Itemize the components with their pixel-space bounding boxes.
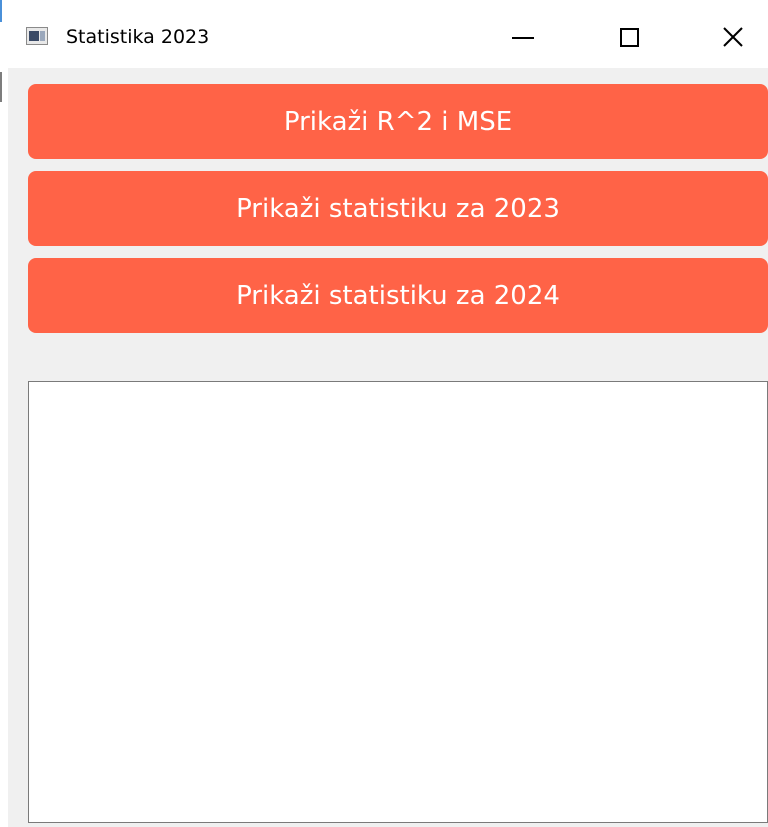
output-text-area[interactable] — [28, 381, 768, 823]
close-button[interactable] — [708, 14, 758, 60]
show-r2-mse-button[interactable]: Prikaži R^2 i MSE — [28, 84, 768, 159]
show-stats-2023-button[interactable]: Prikaži statistiku za 2023 — [28, 171, 768, 246]
background-window-edge-lower — [0, 72, 2, 102]
minimize-button[interactable] — [498, 14, 548, 60]
window-app-icon — [26, 27, 48, 45]
background-window-edge — [0, 0, 2, 22]
close-icon — [722, 26, 744, 48]
show-stats-2024-button[interactable]: Prikaži statistiku za 2024 — [28, 258, 768, 333]
maximize-icon — [619, 27, 639, 47]
window-title: Statistika 2023 — [66, 26, 210, 48]
maximize-button[interactable] — [604, 14, 654, 60]
title-bar[interactable]: Statistika 2023 — [8, 0, 768, 68]
app-window: Statistika 2023 Prikaži R^2 i MSE Prikaž… — [0, 0, 768, 827]
client-area: Prikaži R^2 i MSE Prikaži statistiku za … — [8, 68, 768, 827]
minimize-icon — [512, 37, 534, 39]
